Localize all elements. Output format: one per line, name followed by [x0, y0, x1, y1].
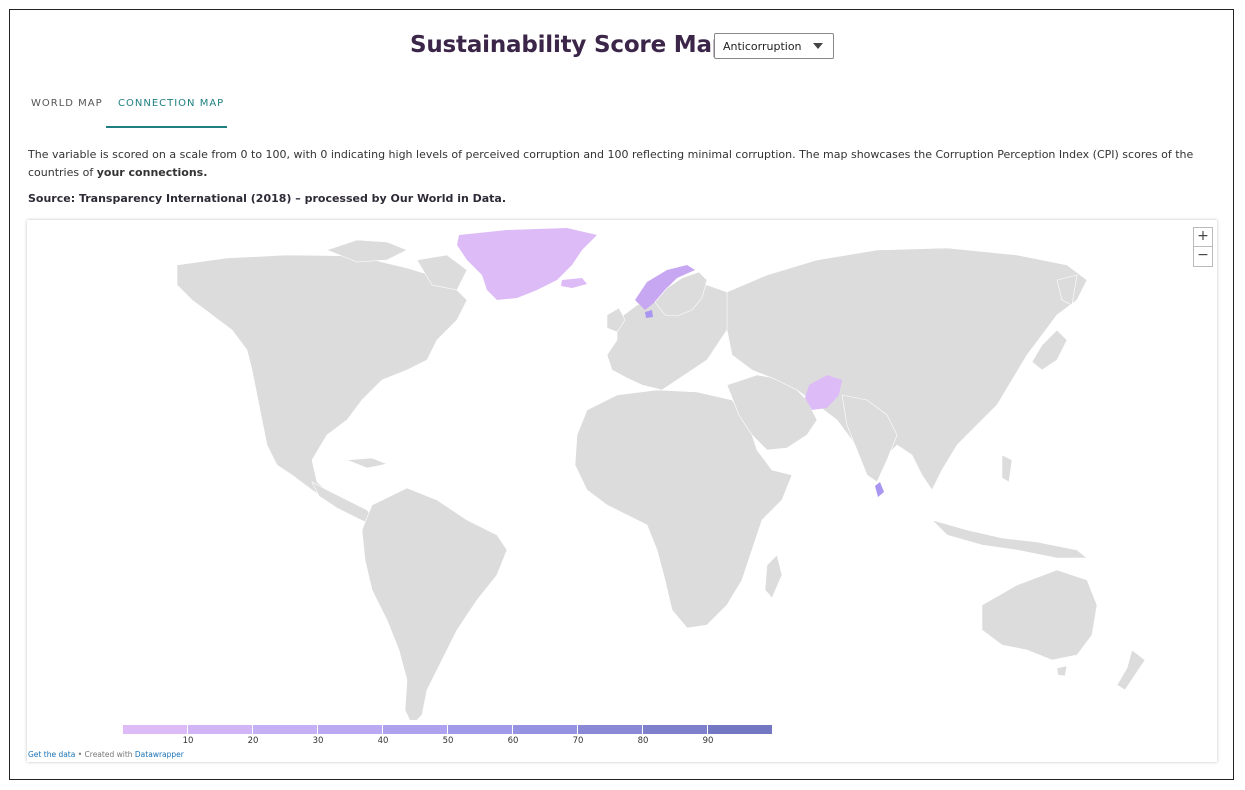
- app-frame: Sustainability Score Map of Anticorrupti…: [9, 9, 1234, 780]
- title-row: Sustainability Score Map of Anticorrupti…: [10, 32, 1235, 66]
- metric-select-value: Anticorruption: [723, 40, 802, 53]
- chevron-down-icon: [813, 43, 823, 49]
- legend-label: 70: [572, 736, 584, 746]
- tab-world-map[interactable]: WORLD MAP: [31, 98, 103, 109]
- map-container[interactable]: + − 10 20 30 40 50 60 70 80 90 Get the data • Cr…: [27, 220, 1217, 762]
- zoom-controls: + −: [1193, 227, 1213, 267]
- map-tabs: WORLD MAP CONNECTION MAP: [10, 90, 610, 130]
- legend-swatch: [578, 725, 643, 734]
- legend-label: 30: [312, 736, 324, 746]
- legend-label: 20: [247, 736, 259, 746]
- source-note: Source: Transparency International (2018…: [28, 192, 507, 205]
- created-with-text: • Created with: [75, 750, 135, 759]
- legend-swatch: [318, 725, 383, 734]
- description-bold: your connections.: [96, 166, 208, 179]
- land-indonesia: [930, 519, 1088, 559]
- legend-label: 10: [182, 736, 194, 746]
- legend-swatch: [253, 725, 318, 734]
- legend-label: 40: [377, 736, 389, 746]
- land-madagascar: [764, 554, 783, 599]
- zoom-out-button[interactable]: −: [1193, 247, 1213, 267]
- land-north-america: [176, 254, 468, 501]
- metric-select[interactable]: Anticorruption: [714, 33, 834, 59]
- legend-swatch: [383, 725, 448, 734]
- zoom-in-button[interactable]: +: [1193, 227, 1213, 247]
- legend-labels: 10 20 30 40 50 60 70 80 90: [123, 734, 773, 748]
- land-new-zealand: [1116, 649, 1146, 691]
- get-data-link[interactable]: Get the data: [28, 750, 75, 759]
- land-australia: [981, 569, 1098, 661]
- land-iceland: [561, 278, 587, 288]
- land-philippines: [1001, 454, 1013, 483]
- land-asia: [726, 247, 1088, 491]
- legend-swatch: [643, 725, 708, 734]
- active-tab-indicator: [106, 126, 227, 128]
- land-sri-lanka: [875, 482, 884, 497]
- land-greenland: [457, 228, 597, 300]
- legend-swatch: [448, 725, 513, 734]
- legend-label: 50: [442, 736, 454, 746]
- credits: Get the data • Created with Datawrapper: [28, 750, 184, 759]
- land-tasmania: [1056, 665, 1068, 677]
- legend-label: 90: [702, 736, 714, 746]
- legend-bar: [123, 725, 773, 734]
- legend-label: 60: [507, 736, 519, 746]
- legend-swatch: [188, 725, 253, 734]
- legend-swatch: [513, 725, 578, 734]
- datawrapper-link[interactable]: Datawrapper: [135, 750, 184, 759]
- tab-connection-map[interactable]: CONNECTION MAP: [118, 98, 224, 109]
- legend-swatch: [708, 725, 773, 734]
- land-caribbean: [346, 457, 389, 469]
- color-legend: 10 20 30 40 50 60 70 80 90: [123, 725, 773, 748]
- legend-label: 80: [637, 736, 649, 746]
- land-south-america: [361, 487, 508, 726]
- map-description: The variable is scored on a scale from 0…: [28, 146, 1198, 182]
- legend-swatch: [123, 725, 188, 734]
- world-map[interactable]: [27, 220, 1217, 726]
- page-title: Sustainability Score Map of: [410, 32, 762, 58]
